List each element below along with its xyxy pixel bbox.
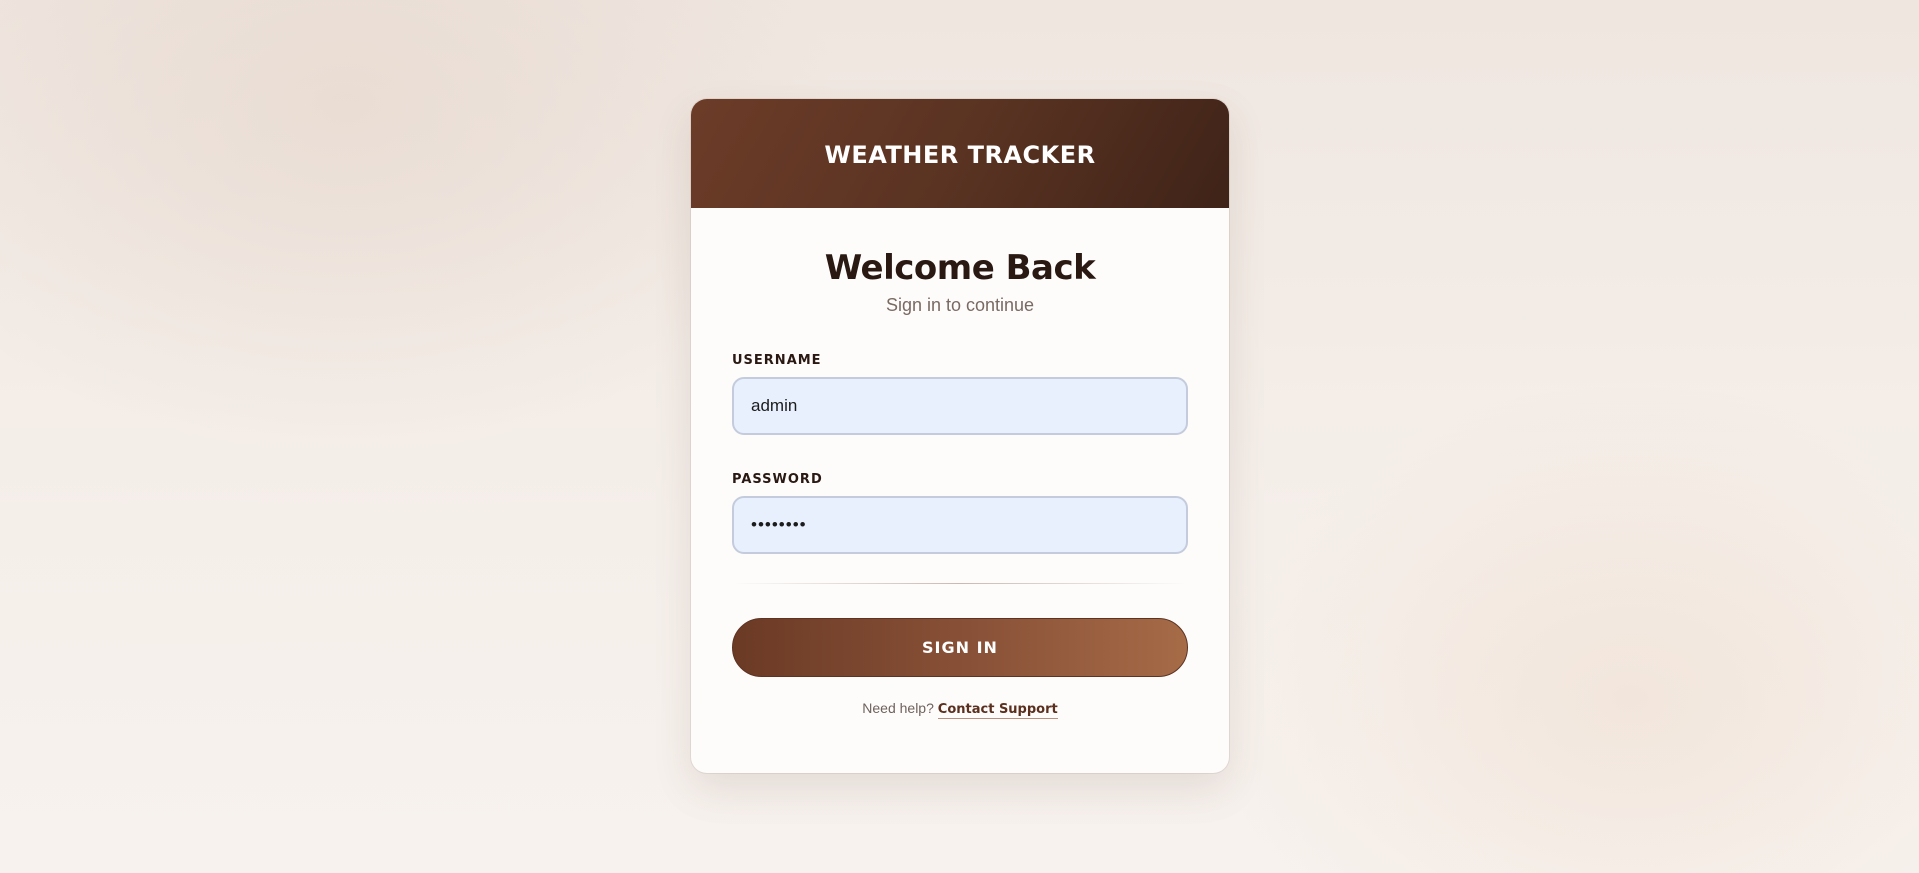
welcome-heading: Welcome Back [824, 248, 1096, 288]
username-input[interactable] [732, 377, 1188, 435]
app-title: WEATHER TRACKER [824, 140, 1096, 169]
welcome-subtitle: Sign in to continue [885, 295, 1035, 315]
form-divider [732, 583, 1188, 584]
login-card: WEATHER TRACKER Welcome Back Sign in to … [691, 99, 1229, 773]
sign-in-button[interactable]: SIGN IN [732, 618, 1188, 677]
password-input[interactable] [732, 496, 1188, 554]
help-text: Need help? [862, 700, 934, 716]
contact-support-link[interactable]: Contact Support [937, 702, 1058, 719]
card-header: WEATHER TRACKER [691, 99, 1229, 208]
username-label: USERNAME [732, 353, 822, 368]
login-form: Welcome Back Sign in to continue USERNAM… [691, 248, 1229, 719]
help-row: Need help? Contact Support [732, 700, 1188, 719]
password-label: PASSWORD [732, 472, 823, 487]
